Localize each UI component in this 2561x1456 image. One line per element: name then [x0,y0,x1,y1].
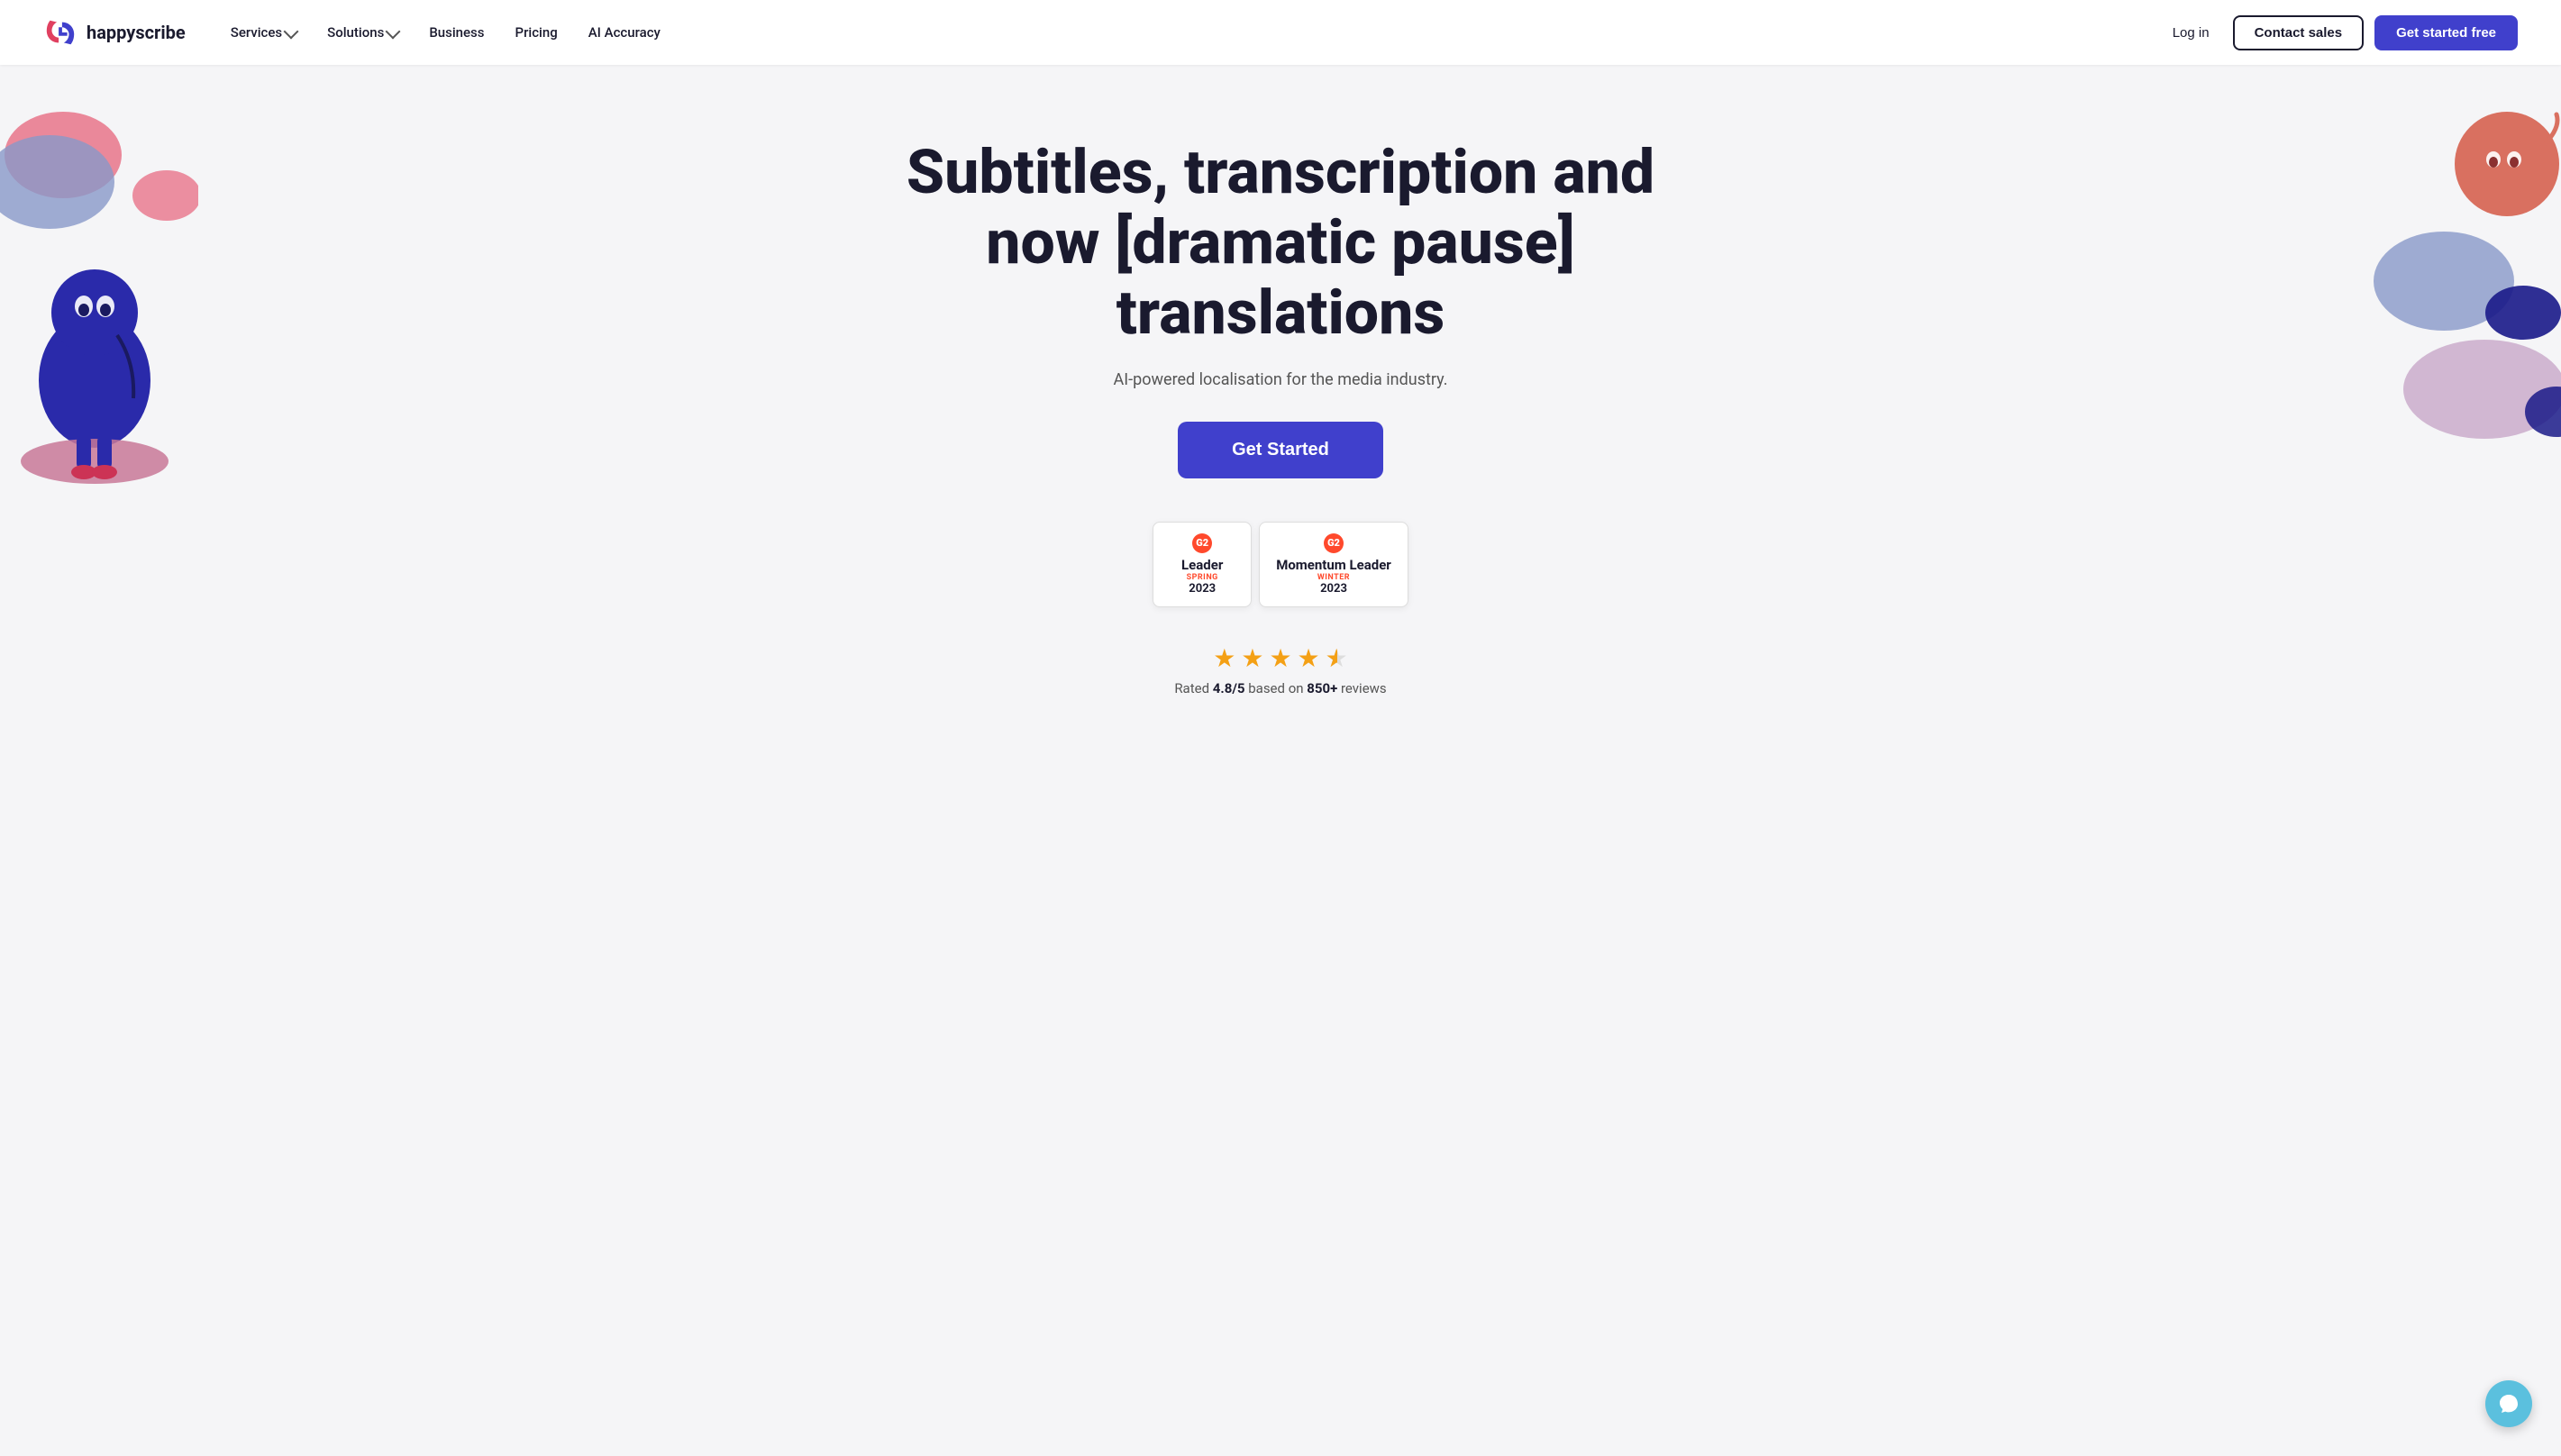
star-rating: ★ ★ ★ ★ ★ ★ [1174,643,1386,673]
logo-link[interactable]: happyscribe [43,15,186,50]
star-3: ★ [1269,643,1291,673]
badge-title-momentum: Momentum Leader [1276,557,1391,573]
login-button[interactable]: Log in [2160,18,2222,48]
rating-text: Rated 4.8/5 based on 850+ reviews [1174,680,1386,696]
contact-sales-button[interactable]: Contact sales [2233,15,2365,50]
badge-title-leader: Leader [1170,557,1235,573]
rating-reviews: 850+ [1307,680,1337,696]
nav-business[interactable]: Business [416,17,497,48]
awards-badges: G2 Leader SPRING 2023 G2 Momentum Leader… [1153,522,1408,607]
hero-title: Subtitles, transcription and now [dramat… [875,137,1686,349]
g2-icon: G2 [1170,533,1235,553]
star-1: ★ [1213,643,1235,673]
rating-section: ★ ★ ★ ★ ★ ★ Rated 4.8/5 based on 850+ re… [1174,643,1386,696]
deco-left [0,101,198,537]
badge-year-2: 2023 [1276,582,1391,596]
get-started-nav-button[interactable]: Get started free [2374,15,2518,50]
nav-solutions[interactable]: Solutions [314,17,411,48]
hero-subtitle: AI-powered localisation for the media in… [1114,370,1448,389]
chat-icon [2498,1393,2520,1415]
chevron-down-icon [284,23,299,39]
rating-score: 4.8/5 [1213,680,1245,696]
star-half: ★ ★ [1326,643,1348,673]
badge-momentum-leader: G2 Momentum Leader WINTER 2023 [1259,522,1408,607]
badge-year-1: 2023 [1170,582,1235,596]
g2-icon-2: G2 [1276,533,1391,553]
brand-name: happyscribe [87,22,186,43]
nav-actions: Log in Contact sales Get started free [2160,15,2518,50]
nav-ai-accuracy[interactable]: AI Accuracy [576,17,673,48]
nav-pricing[interactable]: Pricing [503,17,570,48]
navbar: happyscribe Services Solutions Business … [0,0,2561,65]
nav-links: Services Solutions Business Pricing AI A… [218,17,2160,48]
badge-season-spring: SPRING [1170,573,1235,582]
star-4: ★ [1298,643,1320,673]
badge-season-winter: WINTER [1276,573,1391,582]
badge-leader: G2 Leader SPRING 2023 [1153,522,1252,607]
hero-section: Subtitles, transcription and now [dramat… [0,65,2561,1456]
deco-right [2363,101,2561,537]
logo-icon [43,15,77,50]
get-started-hero-button[interactable]: Get Started [1178,422,1383,478]
chevron-down-icon [386,23,401,39]
star-2: ★ [1241,643,1263,673]
nav-services[interactable]: Services [218,17,309,48]
chat-support-button[interactable] [2485,1380,2532,1427]
